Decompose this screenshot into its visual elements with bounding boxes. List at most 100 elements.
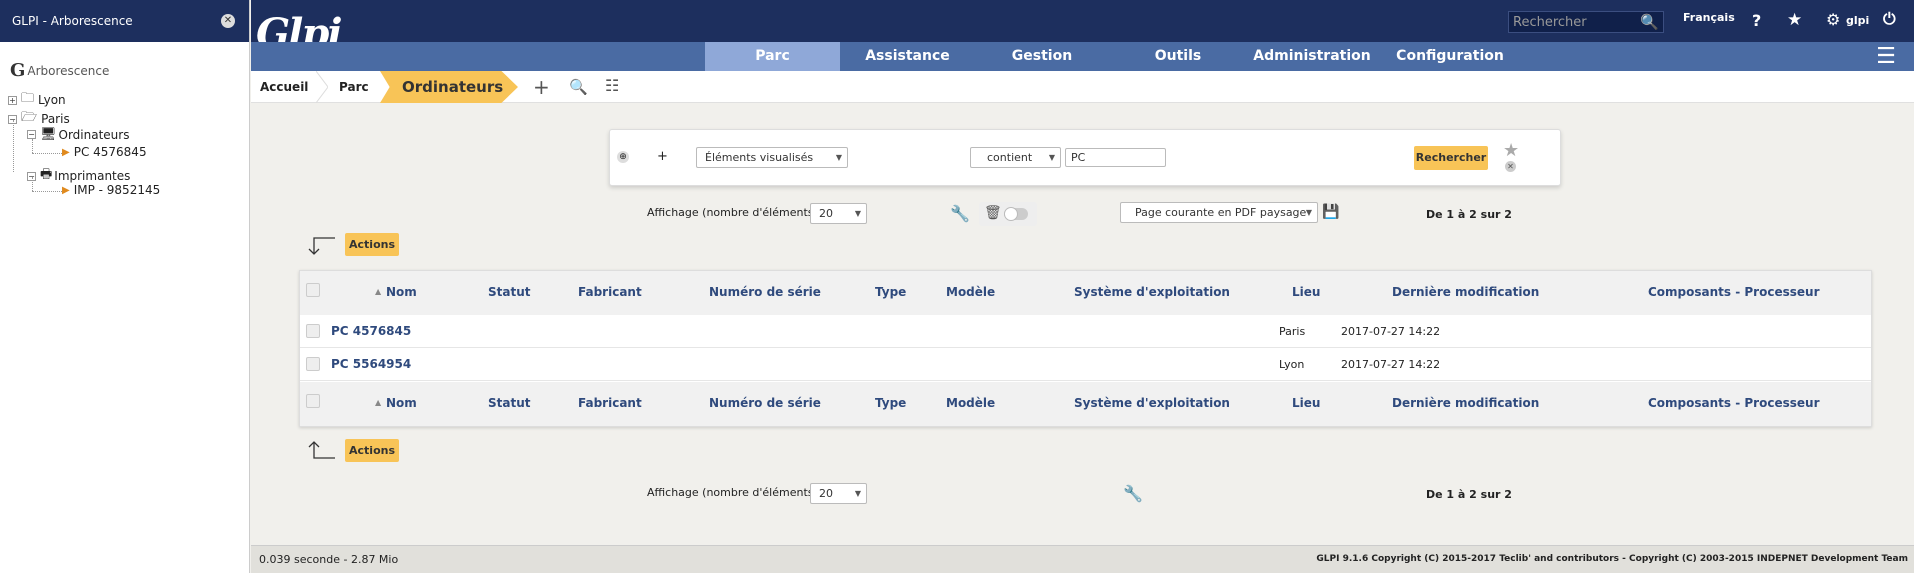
row-name-link[interactable]: PC 4576845 xyxy=(331,324,411,338)
help-icon[interactable]: ? xyxy=(1752,11,1761,30)
col-lieu[interactable]: Lieu xyxy=(1292,285,1320,299)
tree-item-label[interactable]: Paris xyxy=(41,112,70,126)
add-criterion-icon[interactable]: ⊕ xyxy=(617,151,629,163)
footer: 0.039 seconde - 2.87 Mio GLPI 9.1.6 Copy… xyxy=(251,545,1914,573)
tree-line xyxy=(32,153,62,154)
language-link[interactable]: Français xyxy=(1683,11,1735,24)
col-modele[interactable]: Modèle xyxy=(946,285,995,299)
row-lieu: Lyon xyxy=(1279,358,1305,371)
play-icon: ▶ xyxy=(62,184,70,196)
menu-icon[interactable]: ☰ xyxy=(1868,42,1904,71)
save-icon[interactable]: 💾 xyxy=(1322,204,1339,220)
col-lieu[interactable]: Lieu xyxy=(1292,396,1320,410)
glpi-g-icon: G xyxy=(10,60,26,81)
expand-icon[interactable]: + xyxy=(8,95,17,105)
col-processeur[interactable]: Composants - Processeur xyxy=(1648,285,1819,299)
trash-icon[interactable]: 🗑 xyxy=(984,205,1002,221)
crumb-separator xyxy=(316,71,328,103)
power-icon[interactable]: ⏻ xyxy=(1883,9,1896,29)
close-icon[interactable]: ✕ xyxy=(221,14,235,28)
tree-line xyxy=(32,139,33,153)
operator-select-value: contient xyxy=(987,151,1033,164)
col-derniere-modif[interactable]: Dernière modification xyxy=(1392,285,1539,299)
row-checkbox[interactable] xyxy=(306,324,320,338)
nav-assistance[interactable]: Assistance xyxy=(855,42,960,71)
crumb-parc[interactable]: Parc xyxy=(339,71,369,103)
tree-item-label[interactable]: Ordinateurs xyxy=(59,128,130,142)
wrench-icon[interactable]: 🔧 xyxy=(950,204,970,223)
add-group-icon[interactable]: + xyxy=(657,149,668,164)
list-icon[interactable]: ☷ xyxy=(605,76,619,95)
tree-item-ordinateurs[interactable]: − 🖥 Ordinateurs xyxy=(27,127,129,142)
table-row: PC 5564954 Lyon 2017-07-27 14:22 xyxy=(300,348,1871,381)
tree-item-label[interactable]: Imprimantes xyxy=(54,169,130,183)
col-fabricant[interactable]: Fabricant xyxy=(578,396,642,410)
row-lieu: Paris xyxy=(1279,325,1306,338)
display-count-label: Affichage (nombre d'éléments) xyxy=(647,486,818,499)
col-nom[interactable]: Nom xyxy=(386,285,417,299)
display-count-select[interactable]: 20 ▼ xyxy=(810,203,867,224)
tree-item-label[interactable]: IMP - 9852145 xyxy=(74,183,161,197)
operator-select[interactable]: contient ▼ xyxy=(970,147,1061,168)
display-count-select[interactable]: 20 ▼ xyxy=(810,483,867,504)
export-select[interactable]: Page courante en PDF paysage ▼ xyxy=(1120,202,1318,223)
tree-item-pc[interactable]: ▶ PC 4576845 xyxy=(62,145,147,159)
field-select[interactable]: Éléments visualisés ▼ xyxy=(696,147,848,168)
wrench-icon[interactable]: 🔧 xyxy=(1123,484,1143,503)
table-header: ▲ Nom Statut Fabricant Numéro de série T… xyxy=(300,271,1871,315)
export-select-value: Page courante en PDF paysage xyxy=(1135,206,1307,219)
actions-button-bottom[interactable]: Actions xyxy=(345,439,399,462)
display-count-value: 20 xyxy=(819,487,833,500)
nav-outils[interactable]: Outils xyxy=(1128,42,1228,71)
sort-up-icon[interactable]: ▲ xyxy=(375,287,381,296)
gear-icon[interactable]: ⚙ xyxy=(1826,10,1840,29)
trash-toggle[interactable]: 🗑 xyxy=(979,202,1037,226)
star-icon[interactable]: ★ xyxy=(1787,10,1802,30)
actions-button-top[interactable]: Actions xyxy=(345,233,399,256)
select-all-checkbox[interactable] xyxy=(306,283,320,297)
results-table: ▲ Nom Statut Fabricant Numéro de série T… xyxy=(299,270,1872,427)
select-all-checkbox[interactable] xyxy=(306,394,320,408)
col-type[interactable]: Type xyxy=(875,285,906,299)
col-statut[interactable]: Statut xyxy=(488,285,531,299)
row-checkbox[interactable] xyxy=(306,357,320,371)
search-icon[interactable]: 🔍 xyxy=(1640,13,1659,31)
col-numero-serie[interactable]: Numéro de série xyxy=(709,396,821,410)
tree-item-imp[interactable]: ▶ IMP - 9852145 xyxy=(62,183,160,197)
printer-icon: 🖶 xyxy=(40,167,53,182)
reset-icon[interactable]: ✕ xyxy=(1505,161,1516,172)
play-icon: ▶ xyxy=(62,146,70,158)
col-derniere-modif[interactable]: Dernière modification xyxy=(1392,396,1539,410)
col-os[interactable]: Système d'exploitation xyxy=(1074,396,1230,410)
col-type[interactable]: Type xyxy=(875,396,906,410)
user-link[interactable]: glpi xyxy=(1846,14,1869,27)
sidebar-title: GLPI - Arborescence xyxy=(12,14,133,28)
tree-item-label[interactable]: Lyon xyxy=(38,93,66,107)
tree-item-label[interactable]: PC 4576845 xyxy=(74,145,147,159)
collapse-icon[interactable]: − xyxy=(27,130,36,139)
row-modif: 2017-07-27 14:22 xyxy=(1341,325,1441,338)
col-statut[interactable]: Statut xyxy=(488,396,531,410)
col-fabricant[interactable]: Fabricant xyxy=(578,285,642,299)
search-value-input[interactable]: PC xyxy=(1065,148,1166,167)
nav-gestion[interactable]: Gestion xyxy=(992,42,1092,71)
footer-copyright[interactable]: GLPI 9.1.6 Copyright (C) 2015-2017 Tecli… xyxy=(1316,554,1908,564)
col-os[interactable]: Système d'exploitation xyxy=(1074,285,1230,299)
crumb-accueil[interactable]: Accueil xyxy=(260,71,308,103)
footer-timing: 0.039 seconde - 2.87 Mio xyxy=(259,553,399,566)
arrow-up-icon xyxy=(308,441,335,459)
nav-administration[interactable]: Administration xyxy=(1252,42,1372,71)
col-numero-serie[interactable]: Numéro de série xyxy=(709,285,821,299)
col-modele[interactable]: Modèle xyxy=(946,396,995,410)
nav-parc[interactable]: Parc xyxy=(705,42,840,71)
search-icon[interactable]: 🔍 xyxy=(569,78,588,96)
add-icon[interactable]: + xyxy=(533,75,550,99)
row-name-link[interactable]: PC 5564954 xyxy=(331,357,411,371)
nav-configuration[interactable]: Configuration xyxy=(1390,42,1510,71)
computer-icon: 🖥 xyxy=(40,127,57,142)
col-nom[interactable]: Nom xyxy=(386,396,417,410)
sort-up-icon[interactable]: ▲ xyxy=(375,398,381,407)
col-processeur[interactable]: Composants - Processeur xyxy=(1648,396,1819,410)
rechercher-button[interactable]: Rechercher xyxy=(1414,146,1488,170)
bookmark-star-icon[interactable]: ★ xyxy=(1503,140,1519,161)
